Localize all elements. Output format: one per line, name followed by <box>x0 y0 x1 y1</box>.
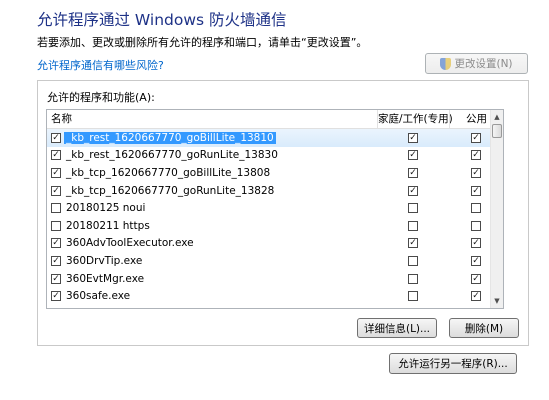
program-name-cell: ✓ _kb_rest_1620667770_goRunLite_13830 <box>47 149 377 161</box>
program-name: _kb_rest_1620667770_goBillLite_13810 <box>64 131 276 144</box>
allow-another-program-button[interactable]: 允许运行另一程序(R)... <box>389 353 517 374</box>
home-work-checkbox[interactable]: ✓ <box>408 132 418 143</box>
public-checkbox[interactable]: ✓ <box>471 238 481 249</box>
home-work-checkbox[interactable] <box>408 273 418 284</box>
home-work-cell <box>377 273 449 284</box>
public-checkbox[interactable]: ✓ <box>471 185 481 196</box>
remove-button[interactable]: 删除(M) <box>449 318 519 338</box>
program-row[interactable]: ✓ _kb_rest_1620667770_goBillLite_13810 ✓ ✓ <box>47 129 503 147</box>
program-row[interactable]: 20180211 https <box>47 217 503 235</box>
program-enabled-checkbox[interactable]: ✓ <box>51 167 61 178</box>
program-name: 360AdvToolExecutor.exe <box>66 237 194 250</box>
program-name: _kb_rest_1620667770_goRunLite_13830 <box>66 149 278 162</box>
home-work-checkbox[interactable] <box>408 203 418 214</box>
home-work-cell: ✓ <box>377 167 449 178</box>
vertical-scrollbar[interactable]: ▲ ▼ <box>490 110 503 308</box>
program-row[interactable]: ✓ _kb_rest_1620667770_goRunLite_13830 ✓ ✓ <box>47 147 503 165</box>
program-name-cell: ✓ 360AdvToolExecutor.exe <box>47 237 377 249</box>
shield-icon <box>440 57 452 70</box>
page-subtitle: 若要添加、更改或删除所有允许的程序和端口，请单击“更改设置”。 <box>37 36 368 49</box>
column-name-header[interactable]: 名称 <box>47 110 377 128</box>
home-work-cell: ✓ <box>377 185 449 196</box>
scroll-down-arrow-icon[interactable]: ▼ <box>491 294 503 308</box>
program-name-cell: ✓ 360safe.exe <box>47 290 377 302</box>
list-header: 名称 家庭/工作(专用) 公用 <box>47 110 503 129</box>
details-button[interactable]: 详细信息(L)... <box>357 318 437 338</box>
program-name: 20180125 noui <box>66 202 146 215</box>
program-enabled-checkbox[interactable] <box>51 220 61 231</box>
program-name-cell: ✓ 360EvtMgr.exe <box>47 273 377 285</box>
home-work-checkbox[interactable] <box>408 220 418 231</box>
scroll-up-arrow-icon[interactable]: ▲ <box>491 110 503 124</box>
program-row[interactable]: 20180125 noui <box>47 199 503 217</box>
program-name-cell: ✓ _kb_rest_1620667770_goBillLite_13810 <box>47 131 377 144</box>
home-work-cell: ✓ <box>377 238 449 249</box>
public-checkbox[interactable] <box>471 203 481 214</box>
program-name: 360safe.exe <box>66 290 131 303</box>
public-checkbox[interactable]: ✓ <box>471 291 481 302</box>
program-name: _kb_tcp_1620667770_goBillLite_13808 <box>66 166 271 179</box>
home-work-cell <box>377 291 449 302</box>
program-name: _kb_tcp_1620667770_goRunLite_13828 <box>66 184 275 197</box>
home-work-checkbox[interactable]: ✓ <box>408 185 418 196</box>
public-checkbox[interactable]: ✓ <box>471 255 481 266</box>
programs-list[interactable]: 名称 家庭/工作(专用) 公用 ✓ _kb_rest_1620667770_goB… <box>46 109 504 309</box>
program-row[interactable]: ✓ 360EvtMgr.exe ✓ <box>47 270 503 288</box>
risk-help-link[interactable]: 允许程序通信有哪些风险? <box>37 57 164 73</box>
program-enabled-checkbox[interactable]: ✓ <box>51 291 61 302</box>
program-name: 360DrvTip.exe <box>66 254 143 267</box>
program-row[interactable]: ✓ _kb_tcp_1620667770_goBillLite_13808 ✓ ✓ <box>47 164 503 182</box>
allowed-programs-group: 允许的程序和功能(A): 名称 家庭/工作(专用) 公用 ✓ _kb_rest_1… <box>37 80 529 346</box>
program-enabled-checkbox[interactable]: ✓ <box>51 255 61 266</box>
program-enabled-checkbox[interactable]: ✓ <box>51 238 61 249</box>
allowed-programs-label: 允许的程序和功能(A): <box>47 91 155 104</box>
home-work-checkbox[interactable] <box>408 291 418 302</box>
programs-rows: ✓ _kb_rest_1620667770_goBillLite_13810 ✓ ✓ ✓… <box>47 129 503 309</box>
program-row[interactable]: ✓ _kb_tcp_1620667770_goRunLite_13828 ✓ ✓ <box>47 182 503 200</box>
program-row[interactable]: ✓ 360safe.exe ✓ <box>47 287 503 305</box>
program-row[interactable]: ✓360se.exe✓ <box>47 305 503 309</box>
program-name-cell: ✓ 360DrvTip.exe <box>47 255 377 267</box>
program-enabled-checkbox[interactable]: ✓ <box>51 150 61 161</box>
home-work-checkbox[interactable]: ✓ <box>408 150 418 161</box>
program-name: 360EvtMgr.exe <box>66 272 145 285</box>
column-home-work-header[interactable]: 家庭/工作(专用) <box>377 110 453 128</box>
program-enabled-checkbox[interactable]: ✓ <box>51 185 61 196</box>
home-work-cell: ✓ <box>377 150 449 161</box>
public-checkbox[interactable]: ✓ <box>471 273 481 284</box>
home-work-cell <box>377 220 449 231</box>
public-checkbox[interactable]: ✓ <box>471 150 481 161</box>
program-name-cell: 20180211 https <box>47 220 377 232</box>
page-title: 允许程序通过 Windows 防火墙通信 <box>37 11 287 29</box>
program-name-cell: ✓ _kb_tcp_1620667770_goRunLite_13828 <box>47 185 377 197</box>
home-work-checkbox[interactable]: ✓ <box>408 238 418 249</box>
home-work-cell <box>377 255 449 266</box>
program-name-cell: 20180125 noui <box>47 202 377 214</box>
program-enabled-checkbox[interactable]: ✓ <box>51 273 61 284</box>
home-work-checkbox[interactable] <box>408 255 418 266</box>
home-work-checkbox[interactable]: ✓ <box>408 167 418 178</box>
program-name: 20180211 https <box>66 219 150 232</box>
program-enabled-checkbox[interactable] <box>51 203 61 214</box>
change-settings-label: 更改设置(N) <box>454 58 513 70</box>
program-enabled-checkbox[interactable]: ✓ <box>51 132 61 143</box>
program-name: 360se.exe <box>64 308 122 309</box>
public-checkbox[interactable]: ✓ <box>471 132 481 143</box>
program-name-cell: ✓ _kb_tcp_1620667770_goBillLite_13808 <box>47 167 377 179</box>
home-work-cell: ✓ <box>377 132 449 143</box>
public-checkbox[interactable] <box>471 220 481 231</box>
program-row[interactable]: ✓ 360DrvTip.exe ✓ <box>47 252 503 270</box>
public-checkbox[interactable]: ✓ <box>471 167 481 178</box>
scroll-thumb[interactable] <box>492 124 502 138</box>
program-row[interactable]: ✓ 360AdvToolExecutor.exe ✓ ✓ <box>47 235 503 253</box>
change-settings-button[interactable]: 更改设置(N) <box>425 53 528 74</box>
program-name-cell: ✓360se.exe <box>47 308 377 309</box>
home-work-cell <box>377 203 449 214</box>
